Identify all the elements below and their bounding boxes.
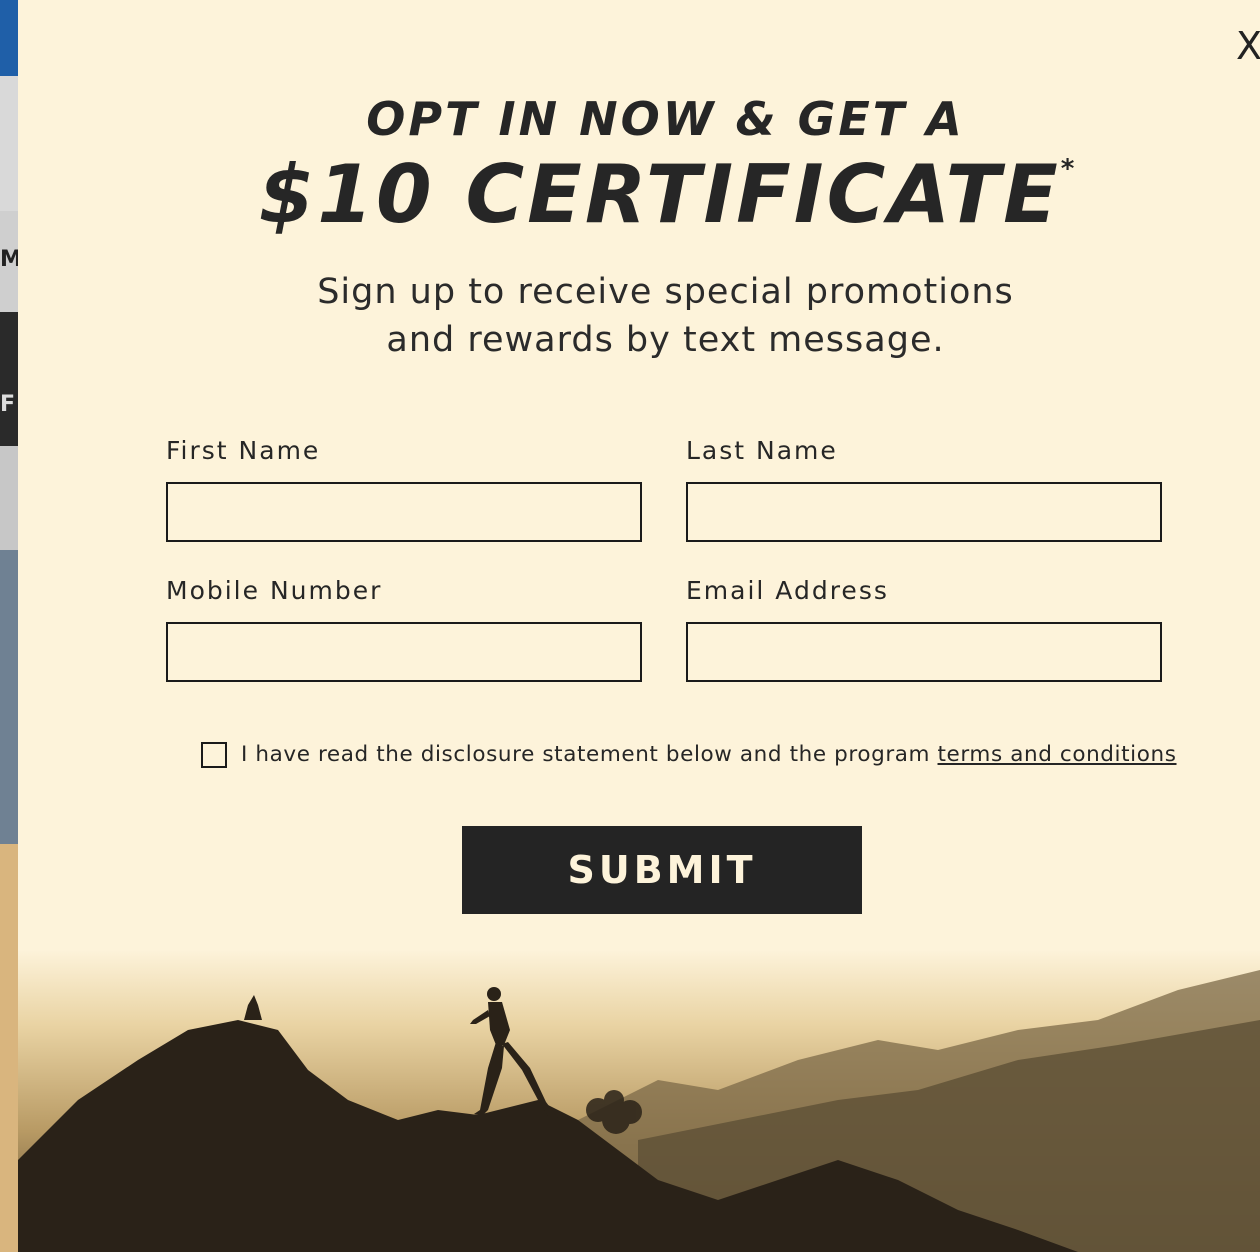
headline-line-1: OPT IN NOW & GET A: [366, 92, 965, 146]
background-banner-glyph: F: [0, 392, 16, 417]
subtitle-line-2: and rewards by text message.: [386, 320, 945, 360]
consent-statement: I have read the disclosure statement bel…: [241, 742, 938, 767]
headline-offer: $10 CERTIFICATE: [258, 148, 1061, 241]
last-name-input[interactable]: [686, 482, 1162, 542]
close-button[interactable]: X: [1236, 26, 1260, 66]
email-address-input[interactable]: [686, 622, 1162, 682]
mobile-number-input[interactable]: [166, 622, 642, 682]
headline-asterisk: *: [1060, 154, 1078, 184]
first-name-input[interactable]: [166, 482, 642, 542]
desert-runner-scene: [18, 950, 1260, 1252]
consent-checkbox[interactable]: [201, 742, 227, 768]
submit-button[interactable]: SUBMIT: [462, 826, 862, 914]
signup-modal: X OPT IN NOW & GET A $10 CERTIFICATE* Si…: [18, 0, 1260, 1252]
headline-line-2: $10 CERTIFICATE*: [18, 148, 1260, 241]
consent-row: I have read the disclosure statement bel…: [201, 740, 1176, 774]
mobile-number-label: Mobile Number: [166, 576, 383, 605]
last-name-label: Last Name: [686, 436, 838, 465]
terms-and-conditions-link[interactable]: terms and conditions: [938, 742, 1177, 767]
subtitle: Sign up to receive special promotions an…: [18, 268, 1260, 364]
first-name-label: First Name: [166, 436, 321, 465]
email-address-label: Email Address: [686, 576, 889, 605]
consent-text: I have read the disclosure statement bel…: [241, 740, 1177, 770]
subtitle-line-1: Sign up to receive special promotions: [317, 272, 1014, 312]
